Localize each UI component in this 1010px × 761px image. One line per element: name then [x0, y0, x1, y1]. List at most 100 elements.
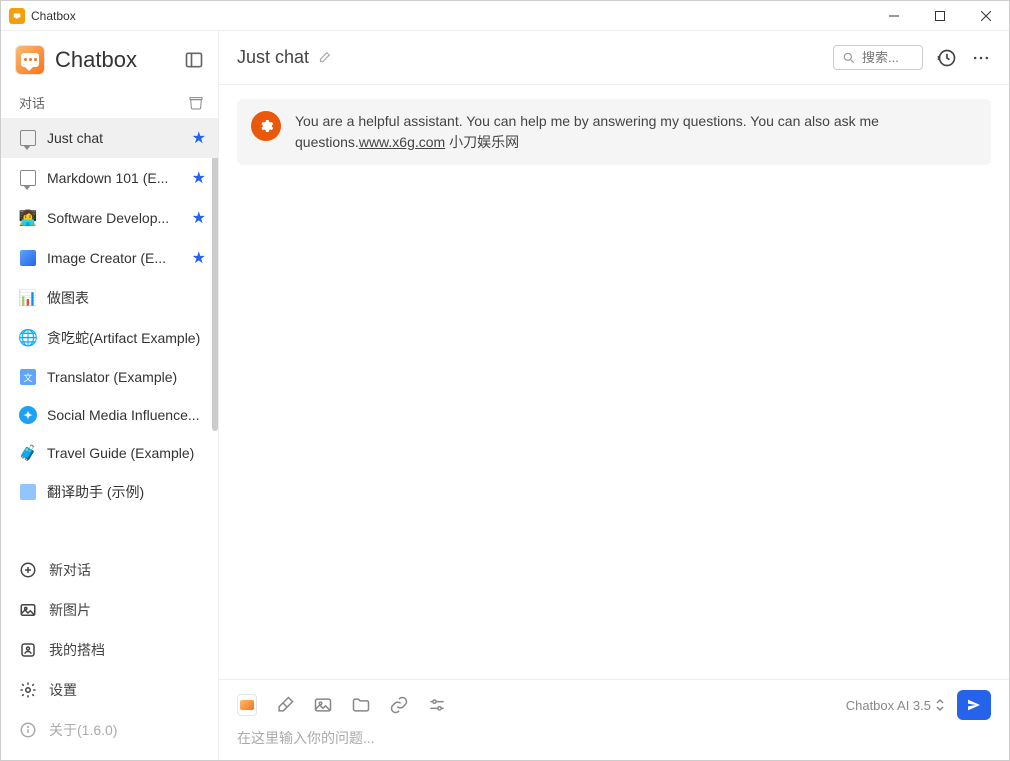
tools-left: [237, 695, 447, 715]
search-input[interactable]: [862, 50, 912, 65]
image-icon: [19, 249, 37, 267]
main-header: Just chat: [219, 31, 1009, 85]
sidebar-item-travel[interactable]: 🧳 Travel Guide (Example): [1, 434, 218, 472]
conversations-label: 对话: [19, 93, 45, 112]
info-icon: [19, 721, 37, 739]
sidebar-item-translator[interactable]: 文 Translator (Example): [1, 358, 218, 396]
window-title: Chatbox: [31, 9, 76, 23]
settings-button[interactable]: 设置: [1, 670, 218, 710]
about-button[interactable]: 关于(1.6.0): [1, 710, 218, 750]
send-button[interactable]: [957, 690, 991, 720]
main-panel: Just chat: [219, 31, 1009, 760]
partner-icon: [19, 641, 37, 659]
sidebar-item-label: 做图表: [47, 288, 206, 308]
conversation-list: Just chat ★ Markdown 101 (E... ★ 👩‍💻 Sof…: [1, 118, 218, 544]
sidebar-item-label: Social Media Influence...: [47, 407, 206, 423]
star-icon: ★: [192, 128, 206, 148]
composer-toolbar: Chatbox AI 3.5: [237, 690, 991, 720]
app-icon: [9, 8, 25, 24]
globe-icon: 🌐: [19, 329, 37, 347]
sidebar-item-label: Markdown 101 (E...: [47, 170, 182, 186]
more-icon[interactable]: [971, 48, 991, 68]
header-left: Just chat: [237, 47, 331, 68]
star-icon: ★: [192, 248, 206, 268]
params-icon[interactable]: [427, 695, 447, 715]
plus-circle-icon: [19, 561, 37, 579]
star-icon: ★: [192, 168, 206, 188]
translate-icon: [19, 483, 37, 501]
dev-icon: 👩‍💻: [19, 209, 37, 227]
model-label: Chatbox AI 3.5: [846, 698, 931, 713]
link-icon[interactable]: [389, 695, 409, 715]
sidebar-item-social[interactable]: ✦ Social Media Influence...: [1, 396, 218, 434]
close-button[interactable]: [963, 1, 1009, 31]
system-message-text: You are a helpful assistant. You can hel…: [295, 111, 977, 153]
app-body: Chatbox 对话 Just chat ★: [1, 31, 1009, 760]
gear-icon: [19, 681, 37, 699]
eraser-icon[interactable]: [275, 695, 295, 715]
search-icon: [842, 51, 856, 65]
footer-label: 设置: [49, 680, 77, 700]
tools-right: Chatbox AI 3.5: [846, 690, 991, 720]
messages-area: You are a helpful assistant. You can hel…: [219, 85, 1009, 679]
sidebar-footer: 新对话 新图片 我的搭档 设置 关于(1.6.0): [1, 544, 218, 760]
footer-label: 关于(1.6.0): [49, 720, 117, 740]
brand-name: Chatbox: [55, 47, 137, 73]
translate-icon: 文: [19, 368, 37, 386]
sidebar-item-label: Travel Guide (Example): [47, 445, 206, 461]
sidebar-item-snake[interactable]: 🌐 贪吃蛇(Artifact Example): [1, 318, 218, 358]
twitter-icon: ✦: [19, 406, 37, 424]
travel-icon: 🧳: [19, 444, 37, 462]
chevron-updown-icon: [935, 698, 945, 712]
system-link[interactable]: www.x6g.com: [359, 134, 445, 150]
message-input[interactable]: [237, 730, 991, 746]
sidebar-item-label: Just chat: [47, 130, 182, 146]
folder-icon[interactable]: [351, 695, 371, 715]
sidebar-item-image-creator[interactable]: Image Creator (E... ★: [1, 238, 218, 278]
sidebar-item-just-chat[interactable]: Just chat ★: [1, 118, 218, 158]
system-message: You are a helpful assistant. You can hel…: [237, 99, 991, 165]
new-conversation-button[interactable]: 新对话: [1, 550, 218, 590]
sidebar-item-label: Translator (Example): [47, 369, 206, 385]
collapse-sidebar-button[interactable]: [184, 50, 204, 70]
sidebar-item-label: 贪吃蛇(Artifact Example): [47, 328, 206, 348]
edit-icon[interactable]: [317, 51, 331, 65]
new-image-button[interactable]: 新图片: [1, 590, 218, 630]
sidebar-item-label: 翻译助手 (示例): [47, 482, 206, 502]
image-attach-icon[interactable]: [313, 695, 333, 715]
star-icon: ★: [192, 208, 206, 228]
chat-mode-icon[interactable]: [237, 695, 257, 715]
titlebar: Chatbox: [1, 1, 1009, 31]
app-window: Chatbox Chatbox 对话: [0, 0, 1010, 761]
sidebar-item-label: Image Creator (E...: [47, 250, 182, 266]
chart-icon: 📊: [19, 289, 37, 307]
footer-label: 新对话: [49, 560, 91, 580]
sidebar-item-translate2[interactable]: 翻译助手 (示例): [1, 472, 218, 512]
window-controls: [871, 1, 1009, 31]
search-box[interactable]: [833, 45, 923, 70]
composer: Chatbox AI 3.5: [219, 679, 1009, 760]
brand: Chatbox: [15, 45, 137, 75]
system-text-suffix: 小刀娱乐网: [445, 134, 519, 150]
footer-label: 新图片: [49, 600, 91, 620]
picture-icon: [19, 601, 37, 619]
maximize-button[interactable]: [917, 1, 963, 31]
history-icon[interactable]: [937, 48, 957, 68]
header-right: [833, 45, 991, 70]
sidebar-item-markdown[interactable]: Markdown 101 (E... ★: [1, 158, 218, 198]
my-partner-button[interactable]: 我的搭档: [1, 630, 218, 670]
sidebar-item-label: Software Develop...: [47, 210, 182, 226]
sidebar-header: Chatbox: [1, 31, 218, 85]
brand-logo-icon: [15, 45, 45, 75]
conversations-header: 对话: [1, 85, 218, 118]
model-selector[interactable]: Chatbox AI 3.5: [846, 698, 945, 713]
chat-outline-icon: [19, 129, 37, 147]
sidebar: Chatbox 对话 Just chat ★: [1, 31, 219, 760]
minimize-button[interactable]: [871, 1, 917, 31]
gear-avatar-icon: [251, 111, 281, 141]
chat-outline-icon: [19, 169, 37, 187]
archive-icon[interactable]: [188, 95, 204, 111]
chat-title: Just chat: [237, 47, 309, 68]
sidebar-item-software[interactable]: 👩‍💻 Software Develop... ★: [1, 198, 218, 238]
sidebar-item-charts[interactable]: 📊 做图表: [1, 278, 218, 318]
